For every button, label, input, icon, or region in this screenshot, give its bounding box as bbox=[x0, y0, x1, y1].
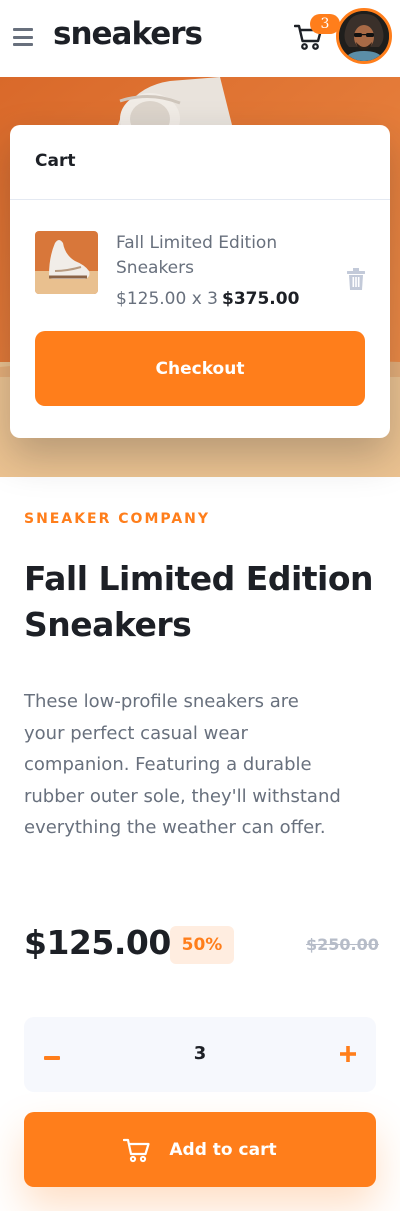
logo[interactable]: sneakers bbox=[53, 16, 203, 52]
product-page: sneakers 3 Cart Fall Limited Edition Sne… bbox=[0, 0, 400, 1211]
plus-icon[interactable] bbox=[340, 1046, 356, 1062]
quantity-stepper: 3 bbox=[24, 1017, 376, 1092]
add-to-cart-button[interactable]: Add to cart bbox=[24, 1112, 376, 1187]
cart-item-unit-qty: $125.00 x 3 bbox=[116, 289, 218, 309]
trash-icon[interactable] bbox=[346, 268, 366, 290]
cart-icon bbox=[123, 1137, 151, 1163]
cart-popover: Cart Fall Limited Edition Sneakers $125.… bbox=[10, 125, 390, 438]
quantity-value: 3 bbox=[193, 1043, 207, 1064]
add-to-cart-label: Add to cart bbox=[169, 1139, 277, 1160]
current-price: $125.00 bbox=[24, 923, 171, 962]
cart-item-thumbnail bbox=[35, 231, 98, 294]
checkout-button[interactable]: Checkout bbox=[35, 331, 365, 406]
avatar[interactable] bbox=[336, 8, 392, 64]
divider bbox=[10, 199, 390, 200]
menu-icon[interactable] bbox=[13, 28, 33, 46]
site-header: sneakers 3 bbox=[0, 0, 400, 77]
discount-badge: 50% bbox=[170, 926, 234, 964]
cart-item-name: Fall Limited Edition Sneakers bbox=[116, 233, 278, 278]
cart-item-total: $375.00 bbox=[221, 289, 300, 309]
product-description: These low-profile sneakers are your perf… bbox=[24, 691, 341, 838]
cart-title: Cart bbox=[35, 151, 76, 171]
company-name: SNEAKER COMPANY bbox=[24, 511, 211, 527]
cart-item-price: $125.00 x 3 $375.00 bbox=[116, 289, 299, 309]
original-price: $250.00 bbox=[306, 935, 379, 954]
product-title: Fall Limited Edition Sneakers bbox=[24, 559, 374, 644]
